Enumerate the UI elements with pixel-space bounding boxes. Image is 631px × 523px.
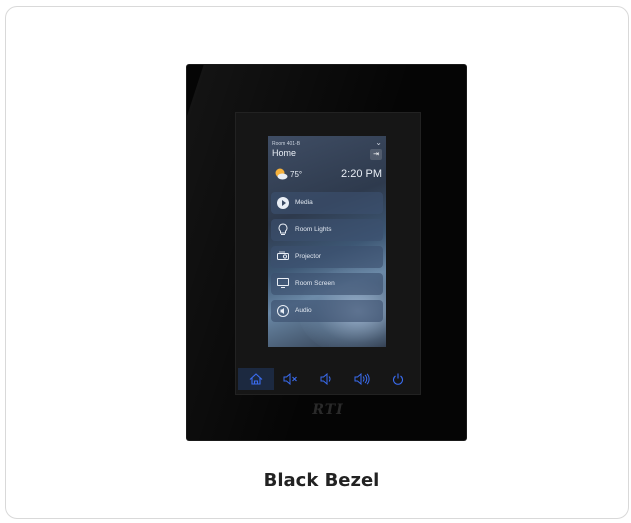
button-label: Audio <box>295 307 312 314</box>
product-caption: Black Bezel <box>263 470 380 491</box>
volume-down-icon[interactable] <box>309 368 345 390</box>
room-label: Room 401-B <box>272 141 301 147</box>
power-icon[interactable] <box>380 368 416 390</box>
audio-icon <box>276 304 290 318</box>
mute-icon[interactable] <box>274 368 310 390</box>
button-label: Media <box>295 199 313 206</box>
volume-up-icon[interactable] <box>345 368 381 390</box>
button-label: Room Lights <box>295 226 332 233</box>
button-label: Projector <box>295 253 322 260</box>
projector-button[interactable]: Projector <box>271 246 383 268</box>
black-bezel-device: Room 401-B Home ⌄ ⇥ 75° 2:20 PM Media Ro… <box>187 65 466 440</box>
media-button[interactable]: Media <box>271 192 383 214</box>
projector-icon <box>276 250 290 264</box>
temperature: 75° <box>290 170 303 179</box>
exit-icon[interactable]: ⇥ <box>370 149 382 160</box>
monitor-icon <box>276 277 290 291</box>
touch-screen: Room 401-B Home ⌄ ⇥ 75° 2:20 PM Media Ro… <box>268 136 386 347</box>
partly-cloudy-icon <box>275 168 288 180</box>
page-title: Home <box>272 148 297 158</box>
play-icon <box>277 197 289 209</box>
room-screen-button[interactable]: Room Screen <box>271 273 383 295</box>
chevron-down-icon[interactable]: ⌄ <box>375 138 382 147</box>
audio-button[interactable]: Audio <box>271 300 383 322</box>
room-lights-button[interactable]: Room Lights <box>271 219 383 241</box>
clock-time: 2:20 PM <box>341 168 382 180</box>
lightbulb-icon <box>276 223 290 237</box>
home-icon[interactable] <box>238 368 274 390</box>
button-label: Room Screen <box>295 280 335 287</box>
rti-logo: RTI <box>312 402 344 418</box>
hard-key-bar <box>238 368 416 390</box>
product-card[interactable]: Room 401-B Home ⌄ ⇥ 75° 2:20 PM Media Ro… <box>5 6 629 519</box>
